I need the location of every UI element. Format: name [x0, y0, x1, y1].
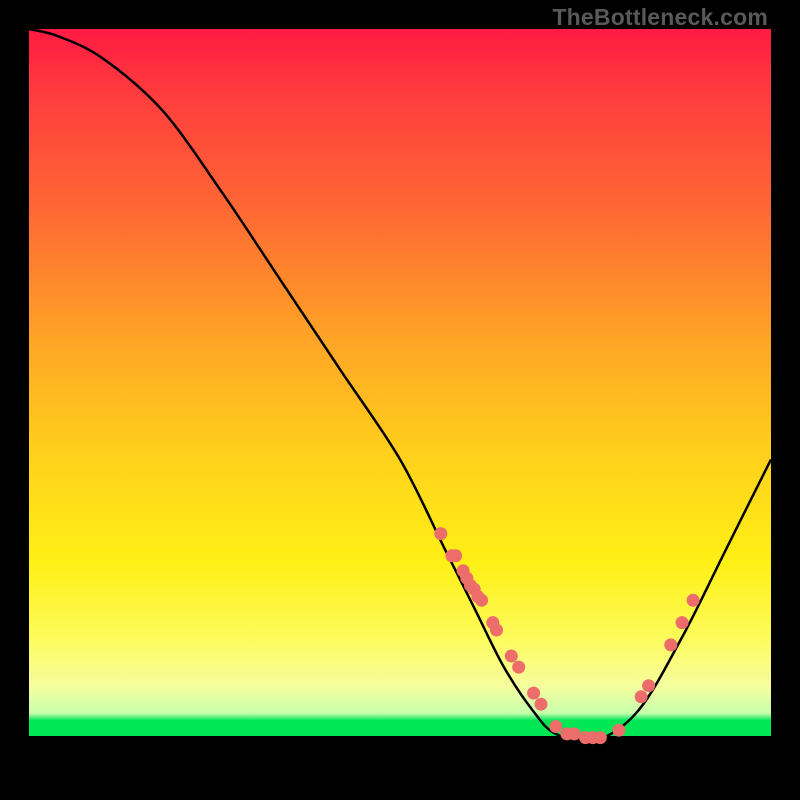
sample-dot	[475, 594, 488, 607]
sample-dot	[449, 549, 462, 562]
chart-frame: TheBottleneck.com	[0, 0, 800, 800]
sample-dot	[612, 724, 625, 737]
sample-dot	[505, 650, 518, 663]
chart-svg	[0, 0, 800, 800]
sample-dot	[642, 679, 655, 692]
sample-dots-group	[434, 527, 699, 744]
sample-dot	[549, 720, 562, 733]
sample-dot	[535, 698, 548, 711]
sample-dot	[490, 624, 503, 637]
sample-dot	[664, 638, 677, 651]
sample-dot	[512, 661, 525, 674]
sample-dot	[687, 594, 700, 607]
bottleneck-curve	[29, 29, 771, 742]
sample-dot	[594, 731, 607, 744]
sample-dot	[676, 616, 689, 629]
sample-dot	[568, 727, 581, 740]
sample-dot	[635, 690, 648, 703]
sample-dot	[527, 687, 540, 700]
sample-dot	[434, 527, 447, 540]
